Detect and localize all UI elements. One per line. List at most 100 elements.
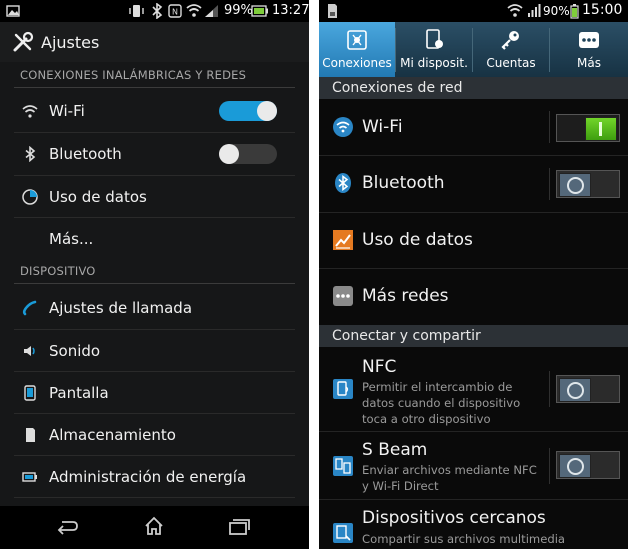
toggle-thumb: [257, 101, 277, 121]
divider: [14, 497, 295, 498]
setting-label: S Beam: [362, 440, 428, 460]
setting-label: NFC: [362, 357, 397, 377]
vertical-separator: [549, 371, 550, 407]
setting-display[interactable]: Pantalla: [0, 372, 309, 414]
svg-text:N: N: [172, 8, 178, 17]
setting-description: Permitir el intercambio de datos cuando …: [362, 380, 521, 426]
back-icon[interactable]: [56, 517, 80, 537]
section-header-connect-share: Conectar y compartir: [319, 325, 628, 347]
nfc-icon: [333, 379, 353, 399]
setting-label: Bluetooth: [362, 173, 445, 193]
sbeam-toggle[interactable]: [556, 451, 620, 479]
section-header-wireless: CONEXIONES INALÁMBRICAS Y REDES: [0, 62, 309, 88]
speaker-icon: [24, 346, 35, 356]
clock: 15:00: [582, 2, 623, 18]
off-indicator: [567, 382, 584, 399]
tab-connections[interactable]: Conexiones: [319, 22, 395, 77]
wifi-toggle[interactable]: [219, 101, 277, 121]
tab-label: Conexiones: [322, 56, 392, 70]
sd-notification-icon: [328, 4, 337, 18]
setting-data-usage[interactable]: Uso de datos: [0, 176, 309, 218]
wifi-icon: [333, 117, 353, 137]
wifi-status-icon: [507, 4, 523, 17]
toggle-knob: [559, 378, 591, 402]
vertical-separator: [549, 111, 550, 143]
tab-more[interactable]: Más: [550, 22, 628, 77]
vertical-separator: [549, 448, 550, 484]
signal-icon: [528, 4, 541, 17]
connections-icon: [347, 30, 367, 50]
setting-storage[interactable]: Almacenamiento: [0, 414, 309, 456]
setting-label: Sonido: [49, 342, 101, 360]
section-label: CONEXIONES INALÁMBRICAS Y REDES: [20, 68, 247, 82]
setting-label: Uso de datos: [49, 188, 147, 206]
setting-label: Más...: [49, 230, 94, 248]
tab-label: Mi disposit.: [400, 56, 468, 70]
setting-label: Wi-Fi: [362, 117, 403, 137]
key-icon: [501, 31, 519, 50]
setting-label: Almacenamiento: [49, 426, 176, 444]
battery-icon: [251, 5, 268, 17]
bluetooth-toggle[interactable]: [556, 170, 620, 198]
setting-label: Ajustes de llamada: [49, 299, 193, 317]
tab-bar: Conexiones Mi disposit. Cuentas Más: [319, 22, 628, 77]
wifi-toggle[interactable]: [556, 114, 620, 142]
setting-call[interactable]: Ajustes de llamada: [0, 287, 309, 329]
battery-percent: 99%: [224, 3, 253, 18]
bluetooth-toggle[interactable]: [219, 144, 277, 164]
battery-percent: 90%: [543, 4, 570, 18]
setting-label: Bluetooth: [49, 145, 122, 163]
nfc-toggle[interactable]: [556, 375, 620, 403]
setting-label: Más redes: [362, 286, 449, 306]
sbeam-icon: [333, 456, 353, 476]
phone-icon: [22, 300, 37, 316]
gallery-notification-icon: [6, 5, 20, 17]
device-icon: [426, 29, 443, 49]
setting-bluetooth[interactable]: Bluetooth: [0, 133, 309, 175]
samsung-settings-screen: 90% 15:00 Conexiones Mi disposit. Cuenta…: [319, 0, 628, 549]
setting-nfc[interactable]: NFC Permitir el intercambio de datos cua…: [319, 347, 628, 431]
tab-label: Cuentas: [486, 56, 536, 70]
setting-wifi[interactable]: Wi-Fi: [0, 90, 309, 132]
sony-settings-screen: N 99% 13:27 Ajustes CONEXIONES INALÁMBRI…: [0, 0, 309, 549]
status-bar: 90% 15:00: [319, 0, 628, 22]
setting-sbeam[interactable]: S Beam Enviar archivos mediante NFC y Wi…: [319, 432, 628, 499]
setting-data-usage[interactable]: Uso de datos: [319, 213, 628, 268]
section-label: Conexiones de red: [332, 80, 463, 96]
setting-wifi[interactable]: Wi-Fi: [319, 99, 628, 155]
section-label: DISPOSITIVO: [20, 264, 96, 278]
action-bar: Ajustes: [0, 22, 309, 62]
setting-label: Wi-Fi: [49, 102, 85, 120]
wifi-icon: [22, 105, 38, 118]
toggle-knob: [585, 117, 617, 141]
navigation-bar: [0, 506, 309, 549]
section-label: Conectar y compartir: [332, 328, 481, 344]
toggle-thumb: [219, 144, 239, 164]
setting-nearby-devices[interactable]: Dispositivos cercanos Compartir sus arch…: [319, 500, 628, 549]
setting-label: Administración de energía: [49, 468, 247, 486]
setting-sound[interactable]: Sonido: [0, 330, 309, 372]
toggle-knob: [559, 454, 591, 478]
setting-power[interactable]: Administración de energía: [0, 456, 309, 498]
home-icon[interactable]: [143, 515, 165, 537]
tab-label: Más: [577, 56, 601, 70]
nfc-status-icon: N: [168, 4, 182, 18]
battery-setting-icon: [22, 472, 37, 482]
recent-apps-icon[interactable]: [228, 518, 250, 536]
battery-icon: [570, 4, 579, 19]
setting-description: Enviar archivos mediante NFC y Wi-Fi Dir…: [362, 463, 537, 493]
data-usage-icon: [333, 230, 353, 250]
signal-icon: [205, 5, 218, 17]
sd-card-icon: [26, 428, 35, 442]
setting-bluetooth[interactable]: Bluetooth: [319, 156, 628, 212]
clock: 13:27: [272, 3, 309, 18]
section-rule: [14, 283, 295, 284]
setting-more-networks[interactable]: Más redes: [319, 269, 628, 324]
tools-icon: [13, 31, 34, 52]
setting-more[interactable]: Más...: [0, 218, 309, 260]
tab-accounts[interactable]: Cuentas: [473, 22, 549, 77]
bluetooth-status-icon: [152, 3, 163, 19]
tab-my-device[interactable]: Mi disposit.: [396, 22, 472, 77]
bluetooth-icon: [25, 146, 36, 162]
nearby-devices-icon: [333, 523, 353, 543]
